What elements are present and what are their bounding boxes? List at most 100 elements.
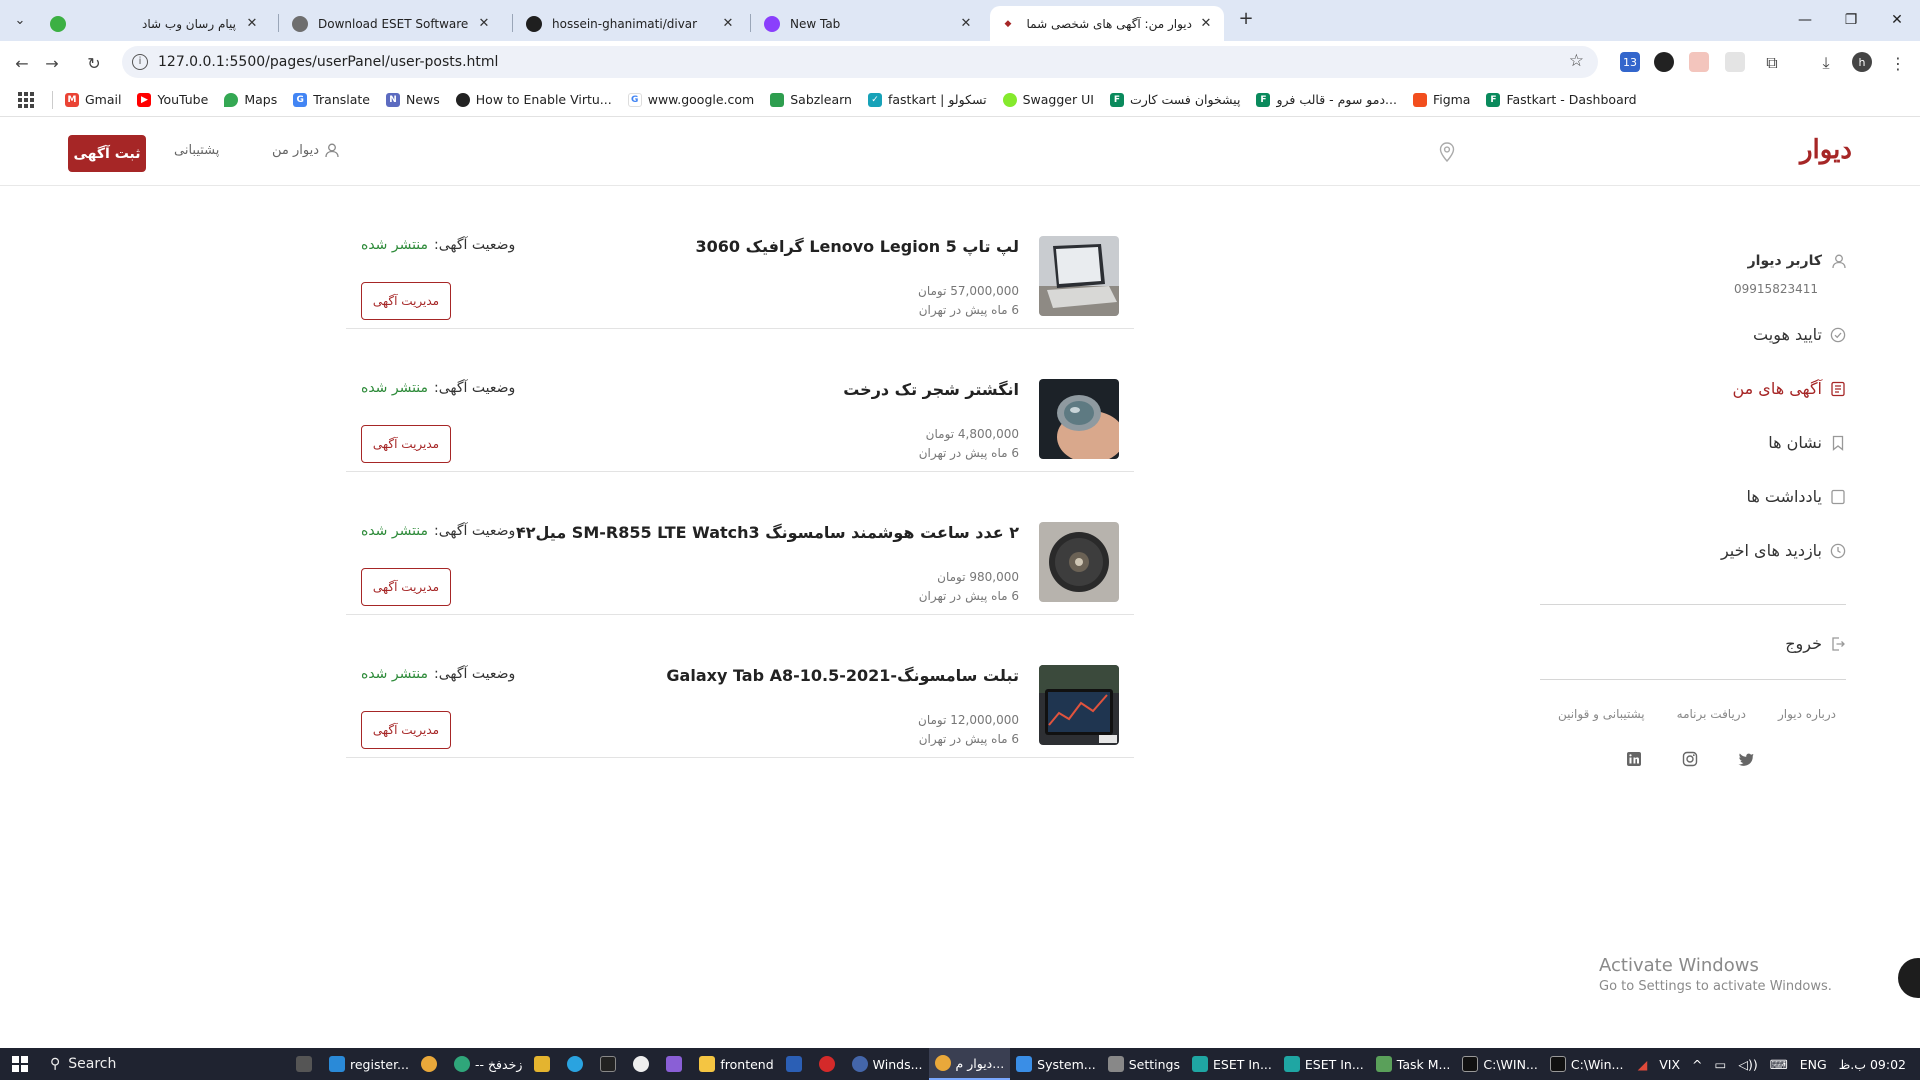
taskbar-search[interactable]: ⚲ Search bbox=[40, 1048, 290, 1080]
taskbar-app-telegram[interactable] bbox=[561, 1048, 594, 1080]
extension-icon[interactable] bbox=[1654, 52, 1674, 72]
manage-post-button[interactable]: مدیریت آگهی bbox=[361, 282, 451, 320]
taskbar-app-windsurf[interactable]: Winds... bbox=[846, 1048, 929, 1080]
windows-start-icon[interactable] bbox=[0, 1048, 40, 1080]
bookmark-fastkart[interactable]: ✓ fastkart | تسکولو bbox=[867, 92, 987, 107]
linkedin-icon[interactable] bbox=[1624, 749, 1644, 769]
manage-post-button[interactable]: مدیریت آگهی bbox=[361, 568, 451, 606]
support-link[interactable]: پشتیبانی bbox=[174, 143, 219, 158]
post-card[interactable]: تبلت سامسونگ-Galaxy Tab A8-10.5-2021 12,… bbox=[346, 615, 1134, 758]
taskbar-app-store[interactable] bbox=[528, 1048, 561, 1080]
post-card[interactable]: انگشتر شجر تک درخت 4,800,000 تومان 6 ماه… bbox=[346, 329, 1134, 472]
taskbar-app-opera[interactable] bbox=[813, 1048, 846, 1080]
sidebar-item-bookmarks[interactable]: نشان ها bbox=[1768, 433, 1846, 452]
tab-search-icon[interactable]: ⌄ bbox=[8, 8, 32, 32]
avatar[interactable]: h bbox=[1852, 52, 1872, 72]
taskbar-app-divar-chrome[interactable]: دیوار م... bbox=[928, 1048, 1011, 1080]
reload-icon[interactable]: ↻ bbox=[80, 49, 108, 77]
apps-grid-icon[interactable] bbox=[18, 91, 34, 108]
back-arrow-icon[interactable]: ← bbox=[8, 49, 36, 77]
address-bar[interactable]: i 127.0.0.1:5500/pages/userPanel/user-po… bbox=[122, 46, 1598, 78]
post-card[interactable]: ۲ عدد ساعت هوشمند سامسونگ SM-R855 LTE Wa… bbox=[346, 472, 1134, 615]
taskbar-app-cmd-1[interactable]: C:\WIN... bbox=[1456, 1048, 1543, 1080]
support-rules-link[interactable]: پشتیبانی و قوانین bbox=[1558, 707, 1645, 721]
post-title[interactable]: ۲ عدد ساعت هوشمند سامسونگ SM-R855 LTE Wa… bbox=[516, 523, 1019, 542]
bookmark-fastkart-dashboard[interactable]: F Fastkart - Dashboard bbox=[1486, 92, 1637, 107]
tab-newtab[interactable]: New Tab ✕ bbox=[754, 6, 984, 41]
bookmark-demo[interactable]: F دمو سوم - قالب فرو... bbox=[1256, 92, 1397, 107]
puzzle-icon[interactable]: ⧉ bbox=[1758, 49, 1786, 77]
post-card[interactable]: لپ تاپ Lenovo Legion 5 گرافیک 3060 57,00… bbox=[346, 186, 1134, 329]
post-thumbnail[interactable] bbox=[1039, 665, 1119, 745]
menu-kebab-icon[interactable]: ⋮ bbox=[1884, 49, 1912, 77]
sidebar-item-verify[interactable]: تایید هویت bbox=[1753, 325, 1846, 344]
bookmark-virtualization[interactable]: How to Enable Virtu... bbox=[455, 92, 612, 107]
close-icon[interactable]: ✕ bbox=[476, 16, 492, 31]
tab-eset[interactable]: Download ESET Software ✕ bbox=[282, 6, 502, 41]
taskbar-app-chrome[interactable] bbox=[415, 1048, 448, 1080]
bookmark-star-icon[interactable]: ☆ bbox=[1569, 51, 1584, 71]
taskbar-app-folder[interactable]: frontend bbox=[693, 1048, 779, 1080]
language-indicator[interactable]: ENG bbox=[1800, 1057, 1827, 1072]
post-thumbnail[interactable] bbox=[1039, 522, 1119, 602]
tray-app-icon[interactable]: ◢ bbox=[1638, 1057, 1648, 1072]
taskbar-app-settings[interactable]: Settings bbox=[1102, 1048, 1186, 1080]
new-tab-button[interactable]: + bbox=[1234, 8, 1258, 32]
sidebar-item-my-posts[interactable]: آگهی های من bbox=[1732, 379, 1846, 398]
close-icon[interactable]: ✕ bbox=[720, 16, 736, 31]
close-icon[interactable]: ✕ bbox=[958, 16, 974, 31]
taskbar-app-taskmgr[interactable]: Task M... bbox=[1370, 1048, 1457, 1080]
minimize-button[interactable]: — bbox=[1782, 6, 1828, 34]
volume-icon[interactable]: ◁)) bbox=[1738, 1057, 1757, 1072]
extension-icon[interactable]: 13 bbox=[1620, 52, 1640, 72]
task-view-icon[interactable] bbox=[290, 1048, 323, 1080]
about-link[interactable]: درباره دیوار bbox=[1778, 707, 1836, 721]
bookmark-news[interactable]: N News bbox=[385, 92, 440, 107]
extension-icon[interactable] bbox=[1689, 52, 1709, 72]
post-title[interactable]: لپ تاپ Lenovo Legion 5 گرافیک 3060 bbox=[696, 237, 1020, 256]
tab-github[interactable]: hossein-ghanimati/divar ✕ bbox=[516, 6, 746, 41]
taskbar-app-eset-1[interactable]: ESET In... bbox=[1186, 1048, 1278, 1080]
post-thumbnail[interactable] bbox=[1039, 236, 1119, 316]
forward-arrow-icon[interactable]: → bbox=[38, 49, 66, 77]
taskbar-app-vscode[interactable]: register... bbox=[323, 1048, 415, 1080]
taskbar-app-system[interactable]: System... bbox=[1010, 1048, 1102, 1080]
taskbar-app-edge[interactable]: -- زخدفخ bbox=[448, 1048, 528, 1080]
post-title[interactable]: انگشتر شجر تک درخت bbox=[843, 380, 1019, 399]
site-info-icon[interactable]: i bbox=[132, 54, 148, 70]
bookmark-gmail[interactable]: M Gmail bbox=[65, 92, 121, 107]
bookmark-maps[interactable]: Maps bbox=[224, 92, 277, 107]
twitter-icon[interactable] bbox=[1736, 749, 1756, 769]
bookmark-figma[interactable]: Figma bbox=[1412, 92, 1470, 107]
post-title[interactable]: تبلت سامسونگ-Galaxy Tab A8-10.5-2021 bbox=[666, 666, 1019, 685]
taskbar-app-vs[interactable] bbox=[660, 1048, 693, 1080]
bookmark-youtube[interactable]: ▶ YouTube bbox=[137, 92, 208, 107]
tab-shad[interactable]: پیام رسان وب شاد ✕ bbox=[40, 6, 270, 41]
close-icon[interactable]: ✕ bbox=[244, 16, 260, 31]
extension-icon[interactable] bbox=[1725, 52, 1745, 72]
chevron-up-icon[interactable]: ^ bbox=[1692, 1057, 1702, 1072]
divar-logo[interactable]: دیوار bbox=[1800, 135, 1852, 165]
manage-post-button[interactable]: مدیریت آگهی bbox=[361, 711, 451, 749]
taskbar-app-cmd-2[interactable]: C:\Win... bbox=[1544, 1048, 1630, 1080]
close-window-button[interactable]: ✕ bbox=[1874, 6, 1920, 34]
close-icon[interactable]: ✕ bbox=[1198, 16, 1214, 31]
taskbar-app-github[interactable] bbox=[627, 1048, 660, 1080]
taskbar-app-pycharm[interactable] bbox=[594, 1048, 627, 1080]
download-icon[interactable]: ⤓ bbox=[1812, 49, 1840, 77]
get-app-link[interactable]: دریافت برنامه bbox=[1677, 707, 1746, 721]
network-icon[interactable]: ▭ bbox=[1715, 1057, 1727, 1072]
taskbar-app-eset-2[interactable]: ESET In... bbox=[1278, 1048, 1370, 1080]
bookmark-google[interactable]: Gwww.google.com bbox=[627, 92, 754, 107]
my-divar-link[interactable]: دیوار من bbox=[272, 143, 339, 158]
keyboard-icon[interactable]: ⌨ bbox=[1770, 1057, 1788, 1072]
bookmark-fastcart-panel[interactable]: F پیشخوان فست کارت bbox=[1109, 92, 1240, 107]
sidebar-item-recent[interactable]: بازدید های اخیر bbox=[1721, 541, 1846, 560]
manage-post-button[interactable]: مدیریت آگهی bbox=[361, 425, 451, 463]
location-pin-icon[interactable] bbox=[1439, 142, 1455, 162]
instagram-icon[interactable] bbox=[1680, 749, 1700, 769]
floating-button[interactable] bbox=[1898, 958, 1920, 998]
post-thumbnail[interactable] bbox=[1039, 379, 1119, 459]
taskbar-app-word[interactable] bbox=[780, 1048, 813, 1080]
sidebar-item-notes[interactable]: یادداشت ها bbox=[1746, 487, 1846, 506]
